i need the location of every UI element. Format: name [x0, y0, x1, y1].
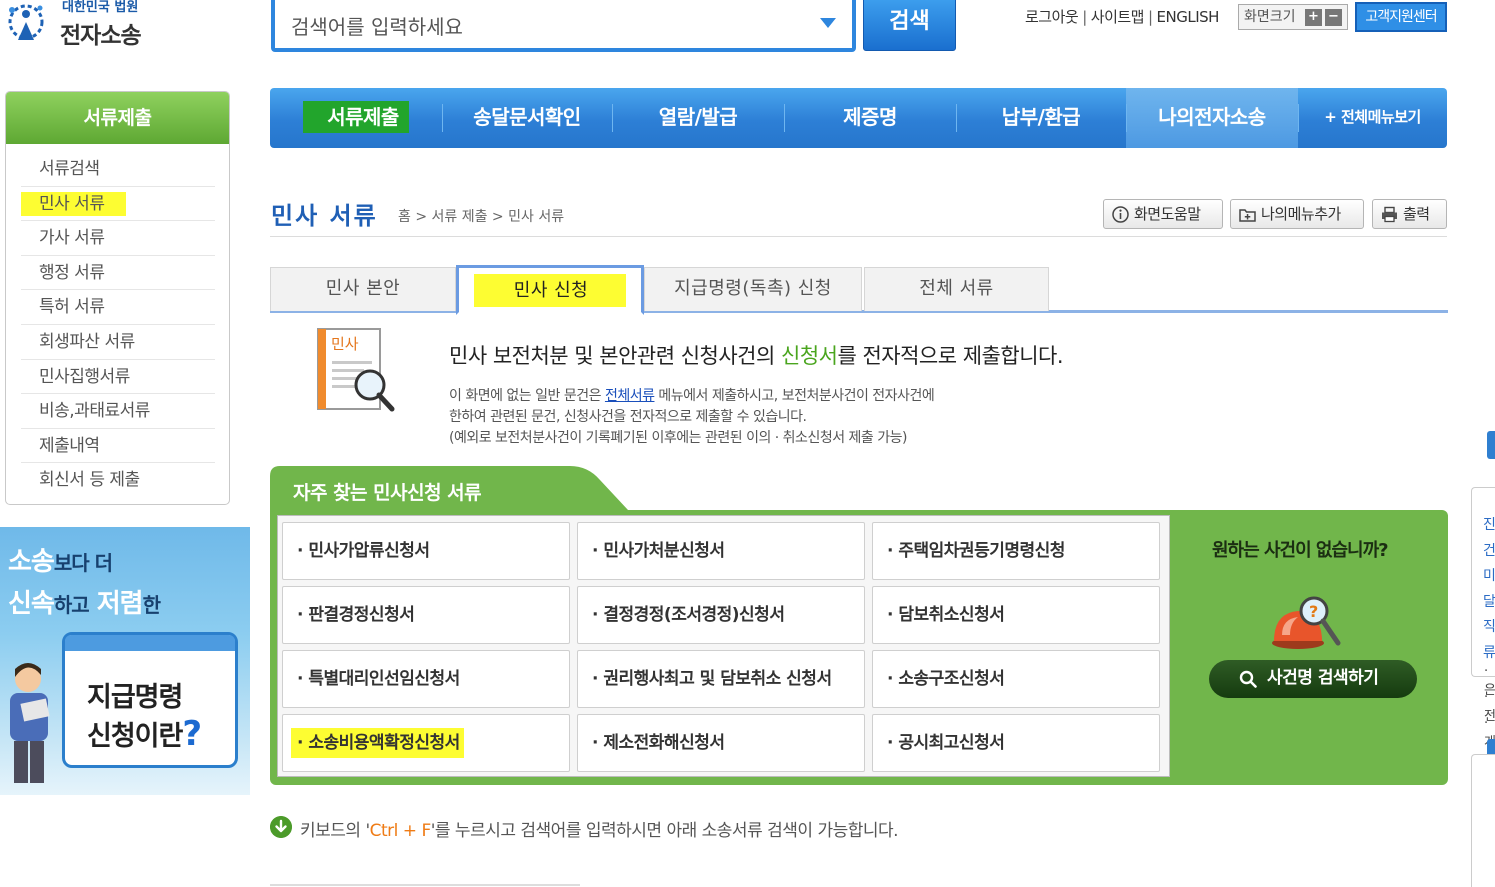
sidebar-item-administrative-documents[interactable]: 행정 서류: [21, 256, 215, 291]
info-icon: [1112, 206, 1129, 223]
quick-menu-text: 진건미달직류: [1483, 517, 1495, 661]
desc-icon-label: 민사: [331, 335, 359, 353]
print-button[interactable]: 출력: [1372, 199, 1447, 229]
tab-civil-main[interactable]: 민사 본안: [270, 267, 456, 311]
calendar-top-bar: [65, 635, 235, 651]
sidebar-item-family-documents[interactable]: 가사 서류: [21, 221, 215, 256]
doc-public-summons[interactable]: · 공시최고신청서: [872, 714, 1160, 772]
all-documents-link[interactable]: 전체서류: [605, 388, 655, 404]
nav-payment-refund[interactable]: 납부/환급: [956, 88, 1126, 148]
svg-text:?: ?: [1309, 602, 1318, 621]
sidebar-item-document-search[interactable]: 서류검색: [21, 152, 215, 187]
sitemap-link[interactable]: 사이트맵: [1091, 8, 1145, 26]
sidebar-menu: 서류검색 민사 서류 가사 서류 행정 서류 특허 서류 회생파산 서류 민사집…: [6, 144, 229, 498]
sidebar-title: 서류제출: [6, 92, 229, 144]
doc-security-cancellation[interactable]: · 담보취소신청서: [872, 586, 1160, 644]
screen-size-control: 화면크기 + −: [1238, 4, 1348, 30]
tab-all-documents[interactable]: 전체 서류: [864, 267, 1049, 311]
description-line-2: 한하여 관련된 문건, 신청사건을 전자적으로 제출할 수 있습니다.: [449, 409, 807, 425]
sidebar-item-rehabilitation-bankruptcy[interactable]: 회생파산 서류: [21, 325, 215, 360]
logo-subtitle: 대한민국 법원: [62, 0, 139, 15]
doc-pre-suit-settlement[interactable]: · 제소전화해신청서: [577, 714, 865, 772]
main-navigation: 서류제출 송달문서확인 열람/발급 제증명 납부/환급 나의전자소송 + 전체메…: [270, 88, 1447, 148]
nav-my-e-litigation[interactable]: 나의전자소송: [1126, 88, 1298, 148]
sidebar-item-patent-documents[interactable]: 특허 서류: [21, 290, 215, 325]
sidebar-item-reply-submission[interactable]: 회신서 등 제출: [21, 463, 215, 498]
payment-order-banner[interactable]: 소송보다 더 신속하고 저렴한 지급명령 신청이란?: [0, 527, 250, 795]
frequent-documents-title: 자주 찾는 민사신청 서류: [293, 482, 482, 504]
nav-certificates[interactable]: 제증명: [784, 88, 956, 148]
customer-center-button[interactable]: 고객지원센터: [1355, 2, 1447, 32]
zoom-out-button[interactable]: −: [1325, 9, 1342, 26]
english-link[interactable]: ENGLISH: [1157, 8, 1220, 26]
folder-add-icon: [1239, 209, 1256, 222]
tab-payment-order[interactable]: 지급명령(독촉) 신청: [644, 267, 862, 311]
heading-divider: [270, 236, 1447, 237]
quick-menu-tab[interactable]: [1487, 431, 1495, 459]
search-box: [271, 0, 856, 52]
page-title: 민사 서류: [271, 202, 378, 230]
doc-decision-correction[interactable]: · 결정경정(조서경정)신청서: [577, 586, 865, 644]
banner-calendar-text: 지급명령 신청이란?: [87, 682, 202, 754]
description-line-3: (예외로 보전처분사건이 기록폐기된 이후에는 관련된 이의 · 취소신청서 제…: [449, 430, 907, 446]
description-line-1: 이 화면에 없는 일반 문건은 전체서류 메뉴에서 제출하시고, 보전처분사건이…: [449, 388, 935, 404]
case-name-search-button[interactable]: 사건명 검색하기: [1209, 660, 1417, 698]
add-my-menu-button[interactable]: 나의메뉴추가: [1230, 199, 1364, 229]
description-title: 민사 보전처분 및 본안관련 신청사건의 신청서를 전자적으로 제출합니다.: [449, 344, 1064, 368]
screen-size-label: 화면크기: [1244, 9, 1296, 25]
arrow-down-circle-icon: [270, 816, 292, 838]
printer-icon: [1382, 206, 1397, 223]
nav-delivery-check[interactable]: 송달문서확인: [442, 88, 612, 148]
logout-link[interactable]: 로그아웃: [1025, 8, 1079, 26]
search-dropdown-arrow-icon[interactable]: [820, 18, 836, 28]
nav-document-submission[interactable]: 서류제출: [270, 88, 442, 148]
nav-all-menu[interactable]: + 전체메뉴보기: [1298, 88, 1447, 148]
doc-rights-exercise-notice[interactable]: · 권리행사최고 및 담보취소 신청서: [577, 650, 865, 708]
logo-title: 전자소송: [60, 23, 142, 49]
search-button[interactable]: 검색: [863, 0, 956, 51]
nav-view-issue[interactable]: 열람/발급: [612, 88, 784, 148]
doc-lease-registration[interactable]: · 주택임차권등기명령신청: [872, 522, 1160, 580]
court-logo[interactable]: 대한민국 법원 전자소송: [0, 0, 160, 50]
sidebar-item-nonlitigation-fines[interactable]: 비송,과태료서류: [21, 394, 215, 429]
sidebar: 서류제출 서류검색 민사 서류 가사 서류 행정 서류 특허 서류 회생파산 서…: [5, 91, 230, 505]
banner-line-1: 소송보다 더: [8, 547, 113, 577]
banner-line-2: 신속하고 저렴한: [8, 589, 161, 619]
no-case-question: 원하는 사건이 없습니까?: [1212, 540, 1389, 561]
separator: |: [1147, 8, 1153, 26]
utility-links: 로그아웃 | 사이트맵 | ENGLISH: [1025, 6, 1219, 27]
search-input[interactable]: [291, 10, 811, 44]
quick-menu-panel: 진건미달직류: [1471, 487, 1495, 677]
ctrl-f-notice: 키보드의 'Ctrl + F'를 누르시고 검색어를 입력하시면 아래 소송서류…: [300, 821, 899, 841]
sidebar-item-civil-documents[interactable]: 민사 서류: [21, 187, 215, 222]
reading-person-icon: [10, 663, 50, 783]
sidebar-item-civil-execution[interactable]: 민사집행서류: [21, 360, 215, 395]
doc-provisional-attachment[interactable]: · 민사가압류신청서: [282, 522, 570, 580]
quick-menu-panel-2: [1471, 754, 1495, 887]
doc-provisional-disposition[interactable]: · 민사가처분신청서: [577, 522, 865, 580]
help-button[interactable]: 화면도움말: [1103, 199, 1223, 229]
banner-calendar: 지급명령 신청이란?: [62, 632, 238, 768]
frequent-documents-grid: · 민사가압류신청서 · 민사가처분신청서 · 주택임차권등기명령신청 · 판결…: [277, 515, 1170, 777]
document-type-tabs: 민사 본안 민사 신청 지급명령(독촉) 신청 전체 서류: [270, 265, 1448, 315]
civil-document-magnifier-icon: 민사: [317, 328, 395, 412]
search-icon: [1239, 670, 1257, 688]
tab-civil-application[interactable]: 민사 신청: [456, 265, 644, 315]
doc-litigation-aid[interactable]: · 소송구조신청서: [872, 650, 1160, 708]
sidebar-item-submission-history[interactable]: 제출내역: [21, 429, 215, 464]
doc-special-agent[interactable]: · 특별대리인선임신청서: [282, 650, 570, 708]
doc-litigation-cost-confirmation[interactable]: · 소송비용액확정신청서: [282, 714, 570, 772]
separator: |: [1082, 8, 1087, 26]
doc-judgment-correction[interactable]: · 판결경정신청서: [282, 586, 570, 644]
zoom-in-button[interactable]: +: [1305, 9, 1322, 26]
bottom-divider: [270, 884, 580, 886]
court-emblem-icon: [8, 4, 44, 40]
breadcrumb: 홈 > 서류 제출 > 민사 서류: [398, 209, 565, 225]
siren-magnifier-icon: ?: [1272, 596, 1341, 649]
